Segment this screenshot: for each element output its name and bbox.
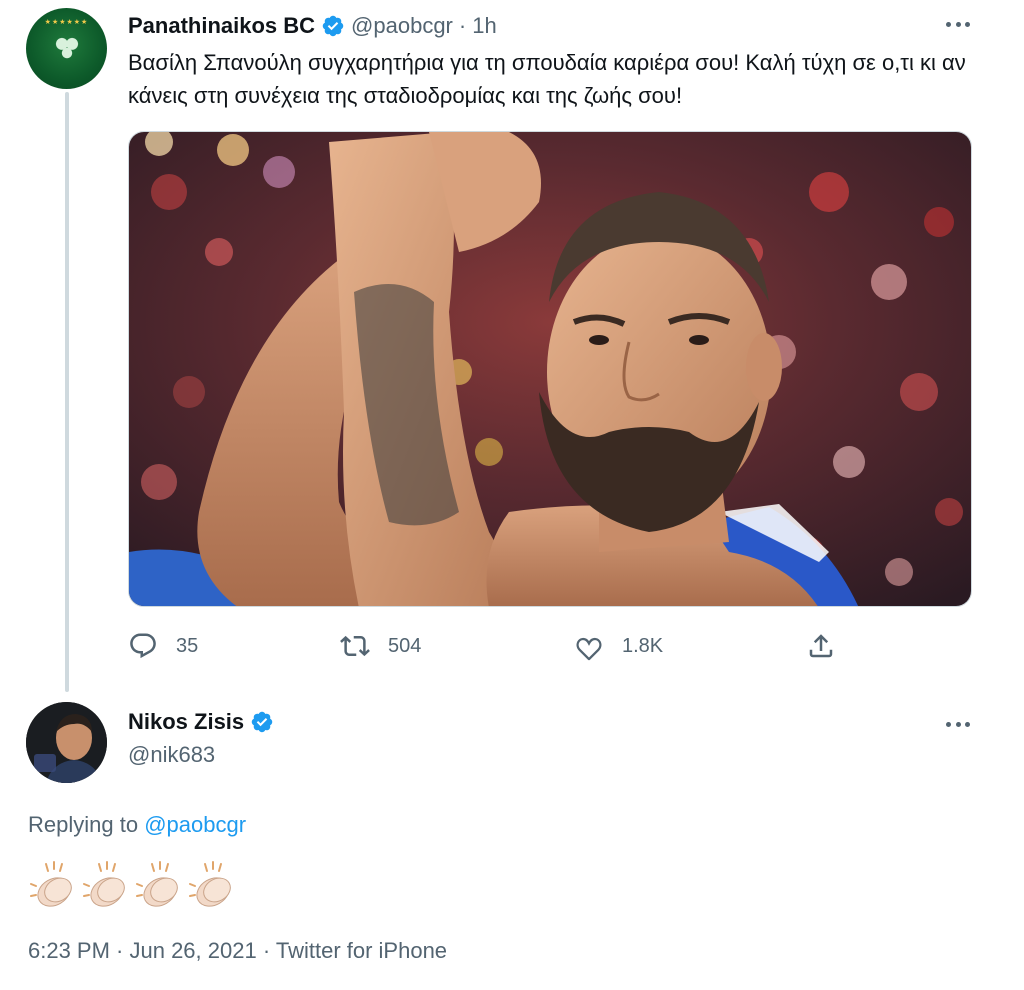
more-options-icon[interactable] bbox=[944, 714, 972, 734]
retweet-icon bbox=[340, 635, 370, 657]
separator-dot: · bbox=[458, 13, 467, 38]
tweet-time[interactable]: 1h bbox=[472, 13, 496, 39]
reply-body bbox=[28, 860, 237, 912]
tweet-timestamp[interactable]: 6:23 PM · Jun 26, 2021 · Twitter for iPh… bbox=[28, 938, 447, 964]
retweet-count: 504 bbox=[388, 634, 422, 657]
clapping-hands-icon bbox=[136, 861, 178, 907]
replying-to-label: Replying to bbox=[28, 812, 139, 837]
tweet-header: Panathinaikos BC @paobcgr · 1h bbox=[128, 11, 497, 41]
reply-icon bbox=[130, 633, 156, 659]
share-button[interactable] bbox=[806, 624, 836, 668]
verified-badge-icon bbox=[321, 14, 345, 38]
reply-author-name[interactable]: Nikos Zisis bbox=[128, 709, 244, 735]
retweet-button[interactable]: 504 bbox=[340, 624, 421, 668]
tweet-media-photo[interactable] bbox=[128, 131, 972, 607]
tweet-text: Βασίλη Σπανούλη συγχαρητήρια για τη σπου… bbox=[128, 50, 966, 108]
basketball-player-photo bbox=[129, 132, 971, 606]
reply-count: 35 bbox=[176, 634, 199, 657]
reply-author-header: Nikos Zisis bbox=[128, 706, 280, 738]
replying-to-line: Replying to @paobcgr bbox=[28, 812, 246, 838]
clapping-hands-icon bbox=[83, 861, 125, 907]
author-handle[interactable]: @paobcgr bbox=[351, 13, 453, 39]
reply-button[interactable]: 35 bbox=[128, 624, 198, 668]
more-options-icon[interactable] bbox=[944, 14, 972, 34]
verified-badge-icon bbox=[250, 710, 274, 734]
clapping-hands-icon bbox=[30, 861, 72, 907]
avatar-nikos-zisis[interactable] bbox=[26, 702, 107, 783]
author-name[interactable]: Panathinaikos BC bbox=[128, 13, 315, 39]
heart-icon bbox=[576, 637, 602, 661]
profile-photo bbox=[26, 702, 107, 783]
clapping-hands-icon bbox=[189, 861, 231, 907]
clover-logo-icon bbox=[49, 31, 84, 66]
like-button[interactable]: 1.8K bbox=[574, 624, 663, 668]
reply-author-handle[interactable]: @nik683 bbox=[128, 742, 215, 768]
like-count: 1.8K bbox=[622, 634, 664, 657]
share-icon bbox=[809, 634, 833, 658]
replying-to-mention[interactable]: @paobcgr bbox=[144, 812, 246, 837]
tweet-actions: 35 504 1.8K bbox=[128, 624, 848, 668]
thread-connector-line bbox=[65, 92, 69, 692]
star-icons: ★★★★★★ bbox=[44, 19, 89, 26]
avatar-panathinaikos[interactable]: ★★★★★★ bbox=[26, 8, 107, 89]
